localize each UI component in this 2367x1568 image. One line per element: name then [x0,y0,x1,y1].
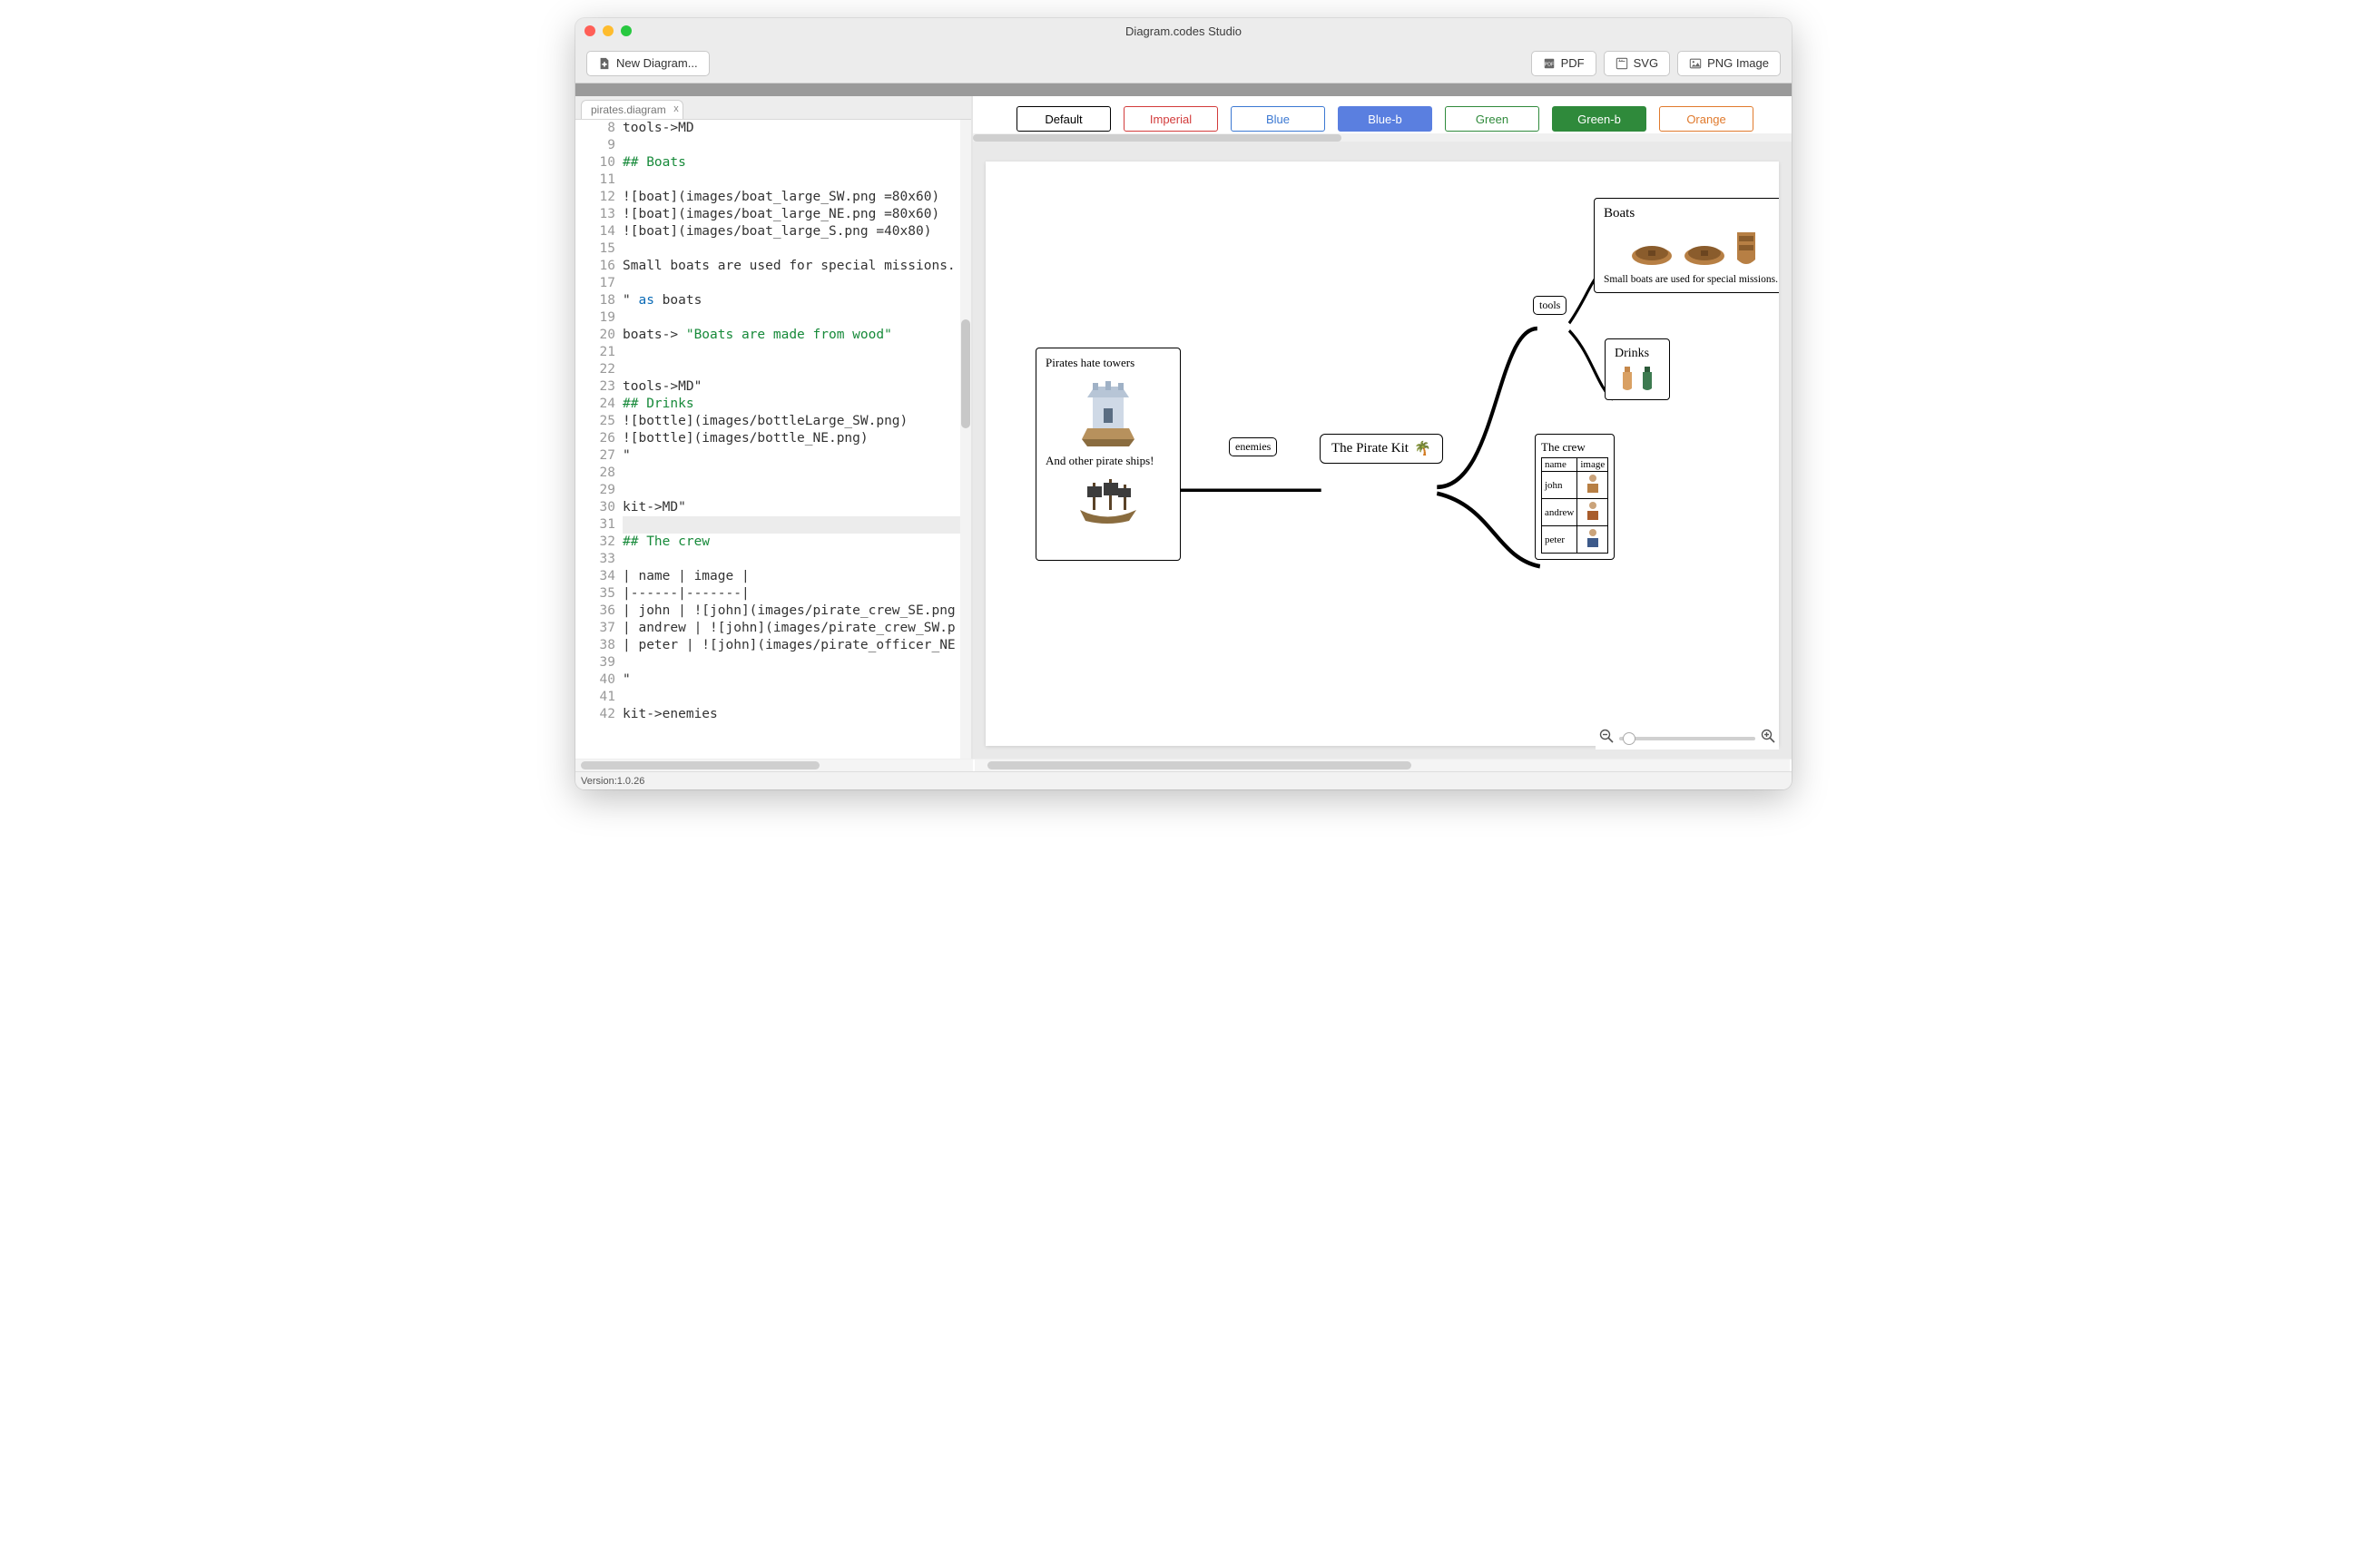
new-diagram-label: New Diagram... [616,56,698,70]
export-png-label: PNG Image [1707,56,1769,70]
node-center-label: The Pirate Kit [1331,441,1409,456]
boat-icon [1628,238,1675,269]
code-body[interactable]: tools->MD## Boats![boat](images/boat_lar… [623,120,971,759]
scrollbar-thumb[interactable] [973,134,1341,142]
node-enemies-line2: And other pirate ships! [1046,454,1171,468]
line-gutter: 8910111213141516171819202122232425262728… [575,120,623,759]
bottom-scrollbars [575,759,1792,771]
editor-horizontal-scrollbar[interactable] [575,760,973,771]
crew-col-name: name [1542,458,1577,472]
export-svg-label: SVG [1634,56,1658,70]
table-row: andrew [1542,499,1608,526]
theme-chip-blue-b[interactable]: Blue-b [1338,106,1432,132]
toolbar: New Diagram... PDF PDF SVG PNG Image [575,44,1792,83]
bottle-icon [1638,365,1656,392]
new-diagram-button[interactable]: New Diagram... [586,51,710,76]
status-bar: Version:1.0.26 [575,771,1792,789]
code-editor[interactable]: 8910111213141516171819202122232425262728… [575,120,971,759]
ship-icon [1046,474,1171,526]
tab-strip: pirates.diagram x [575,96,971,120]
node-boats-title: Boats [1604,206,1779,221]
scrollbar-thumb[interactable] [581,761,820,769]
boat-icon [1681,238,1728,269]
node-drinks-title: Drinks [1615,347,1660,361]
crew-col-image: image [1577,458,1608,472]
window-controls [584,25,632,36]
node-crew[interactable]: The crew name image john andrew [1535,434,1615,560]
editor-pane: pirates.diagram x 8910111213141516171819… [575,96,973,759]
tab-close-icon[interactable]: x [673,103,679,114]
preview-pane: Default Imperial Blue Blue-b Green Green-b Ora… [973,96,1792,759]
crew-table: name image john andrew [1541,457,1608,554]
crew-name: peter [1542,526,1577,554]
node-enemies[interactable]: Pirates hate towers [1036,348,1181,561]
crew-image [1577,499,1608,526]
bottle-icon [1618,365,1636,392]
main-split: pirates.diagram x 8910111213141516171819… [575,96,1792,759]
file-tab-label: pirates.diagram [591,103,666,116]
theme-chip-blue[interactable]: Blue [1231,106,1325,132]
preview-horizontal-scrollbar[interactable] [975,760,1790,771]
zoom-slider[interactable] [1619,737,1755,740]
pdf-icon: PDF [1543,57,1556,70]
theme-chip-green-b[interactable]: Green-b [1552,106,1646,132]
svg-text:PDF: PDF [1544,62,1554,67]
crew-image [1577,472,1608,499]
app-window: Diagram.codes Studio New Diagram... PDF … [575,18,1792,789]
version-label: Version:1.0.26 [581,776,644,787]
export-svg-button[interactable]: SVG [1604,51,1670,76]
zoom-window-icon[interactable] [621,25,632,36]
zoom-in-icon[interactable] [1761,729,1775,748]
node-center[interactable]: The Pirate Kit 🌴 [1320,434,1443,464]
zoom-out-icon[interactable] [1599,729,1614,748]
edge-label-tools: tools [1533,296,1567,315]
export-pdf-label: PDF [1561,56,1585,70]
diagram-canvas[interactable]: Pirates hate towers [986,162,1779,746]
export-png-button[interactable]: PNG Image [1677,51,1781,76]
export-pdf-button[interactable]: PDF PDF [1531,51,1596,76]
node-enemies-line1: Pirates hate towers [1046,356,1171,370]
scrollbar-thumb[interactable] [961,319,970,428]
zoom-controls [1596,727,1779,750]
edge-label-enemies: enemies [1229,437,1277,456]
crew-name: andrew [1542,499,1577,526]
theme-chip-imperial[interactable]: Imperial [1124,106,1218,132]
crew-image [1577,526,1608,554]
node-crew-title: The crew [1541,440,1608,455]
zoom-slider-thumb[interactable] [1623,732,1635,745]
svg-icon [1616,57,1628,70]
palm-tree-icon: 🌴 [1414,440,1431,457]
table-row: peter [1542,526,1608,554]
scrollbar-thumb[interactable] [987,761,1411,769]
new-file-icon [598,57,611,70]
theme-chip-default[interactable]: Default [1017,106,1111,132]
table-row: john [1542,472,1608,499]
minimize-window-icon[interactable] [603,25,614,36]
titlebar: Diagram.codes Studio [575,18,1792,44]
node-boats[interactable]: Boats Small boats are used for special m… [1594,198,1779,293]
boat-icon [1734,227,1759,269]
boats-images [1604,227,1779,269]
canvas-viewport[interactable]: Pirates hate towers [973,142,1792,759]
tower-icon [1046,376,1171,446]
window-title: Diagram.codes Studio [1125,24,1242,38]
crew-name: john [1542,472,1577,499]
node-drinks[interactable]: Drinks [1605,338,1670,400]
theme-chip-green[interactable]: Green [1445,106,1539,132]
close-window-icon[interactable] [584,25,595,36]
image-icon [1689,57,1702,70]
file-tab-active[interactable]: pirates.diagram x [581,100,683,119]
node-boats-caption: Small boats are used for special mission… [1604,274,1779,285]
theme-chip-orange[interactable]: Orange [1659,106,1753,132]
toolbar-separator [575,83,1792,96]
bottles-images [1615,365,1660,392]
editor-vertical-scrollbar[interactable] [960,120,971,759]
theme-selector-bar: Default Imperial Blue Blue-b Green Green-b Ora… [973,96,1792,142]
